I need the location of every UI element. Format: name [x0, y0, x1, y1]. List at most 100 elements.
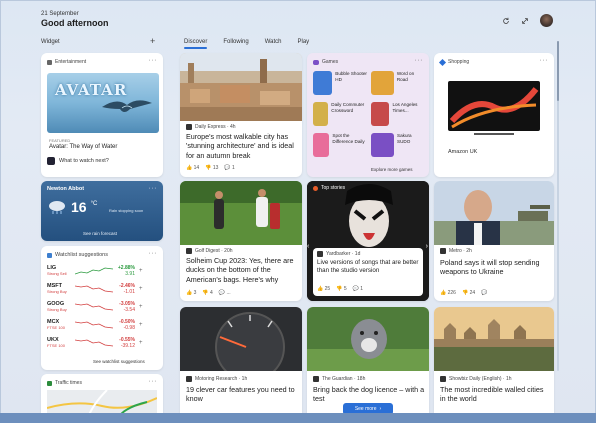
walled-city-photo	[434, 307, 554, 371]
avatar[interactable]	[540, 14, 553, 27]
source-logo-icon	[440, 248, 446, 254]
game-name: Spot the Difference Daily	[332, 133, 365, 144]
more-options-icon[interactable]: ···	[149, 250, 158, 257]
like-button[interactable]: 👍 3	[186, 290, 196, 296]
game-item[interactable]: Sakura SUDO	[371, 133, 425, 161]
games-card[interactable]: Games ··· Bubble Shooter HD Word on Road D…	[307, 53, 429, 177]
tab-discover[interactable]: Discover	[184, 39, 208, 49]
dog-photo	[307, 307, 429, 371]
scrollbar-thumb[interactable]	[557, 41, 559, 101]
story-source: Yardbarker · 1d	[317, 251, 360, 257]
watchlist-row[interactable]: LIG Strong Sell +2.88% 3.91 +	[47, 264, 157, 278]
avatar-movie-image[interactable]: AVATAR	[47, 73, 159, 133]
story-kiss-panel: Yardbarker · 1d Live versions of songs t…	[313, 248, 423, 296]
shopping-header: Shopping	[438, 58, 469, 66]
story-dog-card[interactable]: The Guardian · 18h Bring back the dog li…	[307, 307, 429, 420]
game-item[interactable]: Los Angeles Times...	[371, 102, 425, 130]
add-to-watchlist-icon[interactable]: +	[139, 286, 143, 292]
change-value: -3.05% -3.54	[119, 301, 135, 313]
game-name: Daily Commuter Crossword	[331, 102, 365, 113]
watchlist-row[interactable]: UKX FTSE 100 -0.55% -39.12 +	[47, 336, 157, 350]
story-title[interactable]: The most incredible walled cities in the…	[440, 385, 550, 404]
story-title[interactable]: 19 clever car features you need to know	[186, 385, 298, 404]
flame-icon	[313, 185, 318, 191]
like-button[interactable]: 👍 25	[317, 286, 330, 292]
like-button[interactable]: 👍 14	[186, 165, 199, 171]
tab-following[interactable]: Following	[223, 39, 248, 45]
story-kiss-card[interactable]: Top stories Yardbarker · 1d Live version…	[307, 181, 429, 301]
like-button[interactable]: 👍 226	[440, 290, 456, 296]
story-source: Golf Digest · 20h	[186, 248, 233, 254]
what-to-watch-link[interactable]: What to watch next?	[47, 157, 109, 165]
add-to-watchlist-icon[interactable]: +	[139, 322, 143, 328]
story-reactions: 👍 3 👎 4 💬 ...	[186, 290, 231, 296]
dislike-button[interactable]: 👎 13	[205, 165, 218, 171]
tab-play[interactable]: Play	[297, 39, 309, 45]
more-options-icon[interactable]: ···	[415, 57, 424, 64]
add-to-watchlist-icon[interactable]: +	[139, 268, 143, 274]
entertainment-card[interactable]: Entertainment ··· AVATAR FEATURED Avatar…	[41, 53, 163, 177]
entertainment-header: Entertainment	[47, 59, 86, 65]
more-options-icon[interactable]: ···	[149, 378, 158, 385]
next-icon[interactable]: ›	[426, 243, 428, 250]
traffic-header: Traffic times	[47, 380, 82, 386]
weather-card[interactable]: Newton Abbot ··· 16 °C Rain stopping soo…	[41, 181, 163, 241]
comment-button[interactable]: 💬	[481, 290, 487, 296]
change-value: -2.46% -1.01	[119, 283, 135, 295]
refresh-icon[interactable]	[500, 15, 512, 27]
story-walled-card[interactable]: Showbiz Daily (English) · 1h The most in…	[434, 307, 554, 420]
tab-watch[interactable]: Watch	[265, 39, 282, 45]
store-name[interactable]: Amazon UK	[448, 149, 477, 155]
source-logo-icon	[317, 251, 323, 257]
story-title[interactable]: Bring back the dog licence – with a test	[313, 385, 425, 404]
add-widget-button[interactable]: +	[150, 36, 155, 46]
comment-button[interactable]: 💬 ...	[219, 290, 231, 296]
story-title[interactable]: Poland says it will stop sending weapons…	[440, 258, 550, 277]
dislike-button[interactable]: 👎 4	[202, 290, 212, 296]
game-item[interactable]: Spot the Difference Daily	[313, 133, 367, 161]
tv-product-image[interactable]	[444, 77, 544, 141]
car-icon	[47, 380, 52, 386]
ticker: UKX FTSE 100	[47, 336, 66, 349]
add-to-watchlist-icon[interactable]: +	[139, 304, 143, 310]
comment-button[interactable]: 💬 1	[224, 165, 234, 171]
story-title[interactable]: Live versions of songs that are better t…	[317, 259, 421, 275]
story-source: The Guardian · 18h	[313, 376, 365, 382]
story-golf-card[interactable]: Golf Digest · 20h Solheim Cup 2023: Yes,…	[180, 181, 302, 301]
watchlist-row[interactable]: MSFT Strong Buy -2.46% -1.01 +	[47, 282, 157, 296]
game-item[interactable]: Daily Commuter Crossword	[313, 102, 367, 130]
dislike-button[interactable]: 👎 5	[336, 286, 346, 292]
expand-icon[interactable]	[519, 15, 531, 27]
game-thumbnail-icon	[371, 133, 395, 157]
watchlist-row[interactable]: GOOG Strong Buy -3.05% -3.54 +	[47, 300, 157, 314]
movie-title[interactable]: Avatar: The Way of Water	[49, 144, 117, 150]
watchlist-row[interactable]: MCX FTSE 100 -0.50% -0.98 +	[47, 318, 157, 332]
story-title[interactable]: Europe's most walkable city has 'stunnin…	[186, 132, 298, 160]
story-poland-card[interactable]: Metro · 2h Poland says it will stop send…	[434, 181, 554, 301]
add-to-watchlist-icon[interactable]: +	[139, 340, 143, 346]
rain-forecast-link[interactable]: See rain forecast	[83, 231, 117, 236]
watchlist-link[interactable]: See watchlist suggestions	[93, 359, 145, 364]
shopping-card[interactable]: Shopping ··· Amazon UK	[434, 53, 554, 177]
more-options-icon[interactable]: ···	[149, 57, 158, 64]
story-title[interactable]: Solheim Cup 2023: Yes, there are ducks o…	[186, 256, 298, 284]
game-name: Bubble Shooter HD	[335, 71, 367, 82]
source-logo-icon	[186, 248, 192, 254]
dislike-button[interactable]: 👎 24	[462, 290, 475, 296]
more-options-icon[interactable]: ···	[540, 57, 549, 64]
featured-label: FEATURED	[49, 138, 71, 143]
prev-icon[interactable]: ‹	[307, 243, 309, 250]
story-car-card[interactable]: Motoring Research · 1h 19 clever car fea…	[180, 307, 302, 420]
ticker: GOOG Strong Buy	[47, 300, 67, 313]
story-source: Daily Express · 4h	[186, 124, 236, 130]
scrollbar[interactable]	[557, 41, 559, 371]
explore-games-link[interactable]: Explore more games	[371, 167, 413, 172]
game-item[interactable]: Word on Road	[371, 71, 425, 99]
game-item[interactable]: Bubble Shooter HD	[313, 71, 367, 99]
comment-button[interactable]: 💬 1	[353, 286, 363, 292]
more-options-icon[interactable]: ···	[149, 185, 158, 192]
story-source: Metro · 2h	[440, 248, 472, 254]
story-europe-card[interactable]: Daily Express · 4h Europe's most walkabl…	[180, 53, 302, 177]
game-thumbnail-icon	[371, 102, 390, 126]
watchlist-card[interactable]: Watchlist suggestions ··· LIG Strong Sell…	[41, 246, 163, 370]
